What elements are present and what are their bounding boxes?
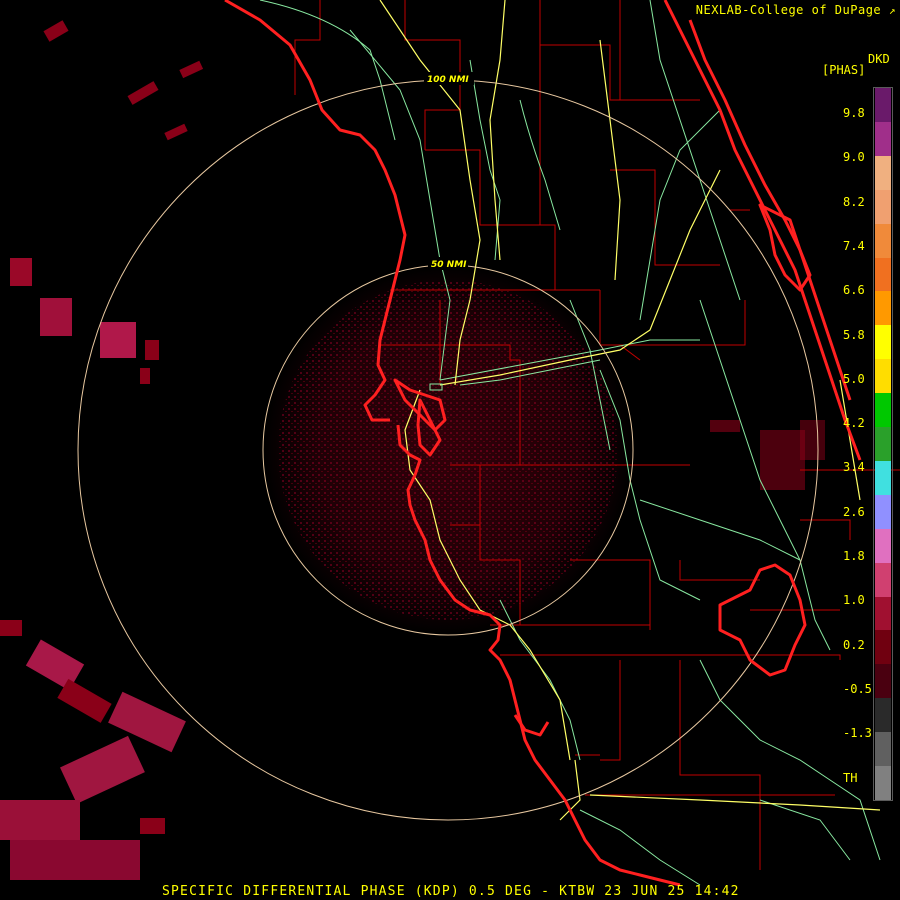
color-scale-segment xyxy=(875,325,891,360)
color-scale-segment xyxy=(875,393,891,428)
color-scale-label: 5.8 xyxy=(843,327,865,342)
color-scale-segment xyxy=(875,359,891,394)
product-short-label: DKD xyxy=(868,52,890,66)
color-scale-segment xyxy=(875,528,891,563)
color-scale-label: 4.2 xyxy=(843,416,865,431)
range-ring-100-label: 100 NMI xyxy=(427,75,469,85)
color-scale-segment xyxy=(875,596,891,631)
clutter-field xyxy=(263,265,633,635)
color-scale-label: 7.4 xyxy=(843,238,865,253)
credit-label[interactable]: NEXLAB-College of DuPage ↗ xyxy=(696,3,896,17)
radar-map: 100 NMI 50 NMI xyxy=(0,0,900,887)
color-scale-segment xyxy=(875,291,891,326)
color-scale-label: 1.0 xyxy=(843,593,865,608)
color-scale-segment xyxy=(875,155,891,190)
color-scale-label: 5.0 xyxy=(843,371,865,386)
range-ring-50-label: 50 NMI xyxy=(431,260,467,270)
color-scale-segment xyxy=(875,189,891,224)
color-scale-label: TH xyxy=(843,770,858,785)
color-scale-segment xyxy=(875,460,891,495)
color-scale-segment xyxy=(875,257,891,292)
color-scale-segment xyxy=(875,121,891,156)
color-scale-label: -1.3 xyxy=(843,726,872,741)
color-scale-label: -0.5 xyxy=(843,681,872,696)
color-scale-segment xyxy=(875,494,891,529)
color-scale-bar xyxy=(873,87,893,801)
color-scale-label: 2.6 xyxy=(843,504,865,519)
product-unit-label: [PHAS] xyxy=(822,63,866,77)
color-scale-segment xyxy=(875,88,891,122)
color-scale-segment xyxy=(875,732,891,767)
color-scale-segment xyxy=(875,427,891,462)
color-scale-label: 6.6 xyxy=(843,283,865,298)
color-scale-label: 0.2 xyxy=(843,637,865,652)
credit-text: NEXLAB-College of DuPage xyxy=(695,3,882,17)
color-scale-segment xyxy=(875,698,891,733)
color-scale-segment xyxy=(875,766,891,801)
color-scale-segment xyxy=(875,664,891,699)
color-scale-segment xyxy=(875,630,891,665)
color-scale-label: 9.8 xyxy=(843,106,865,120)
color-scale-segment xyxy=(875,562,891,597)
color-scale-label: 3.4 xyxy=(843,460,865,475)
color-scale-label: 9.0 xyxy=(843,150,865,165)
external-link-icon[interactable]: ↗ xyxy=(889,4,896,17)
color-scale-segment xyxy=(875,223,891,258)
product-footer: SPECIFIC DIFFERENTIAL PHASE (KDP) 0.5 DE… xyxy=(162,884,740,899)
color-scale-label: 1.8 xyxy=(843,549,865,563)
color-scale-label: 8.2 xyxy=(843,194,865,209)
